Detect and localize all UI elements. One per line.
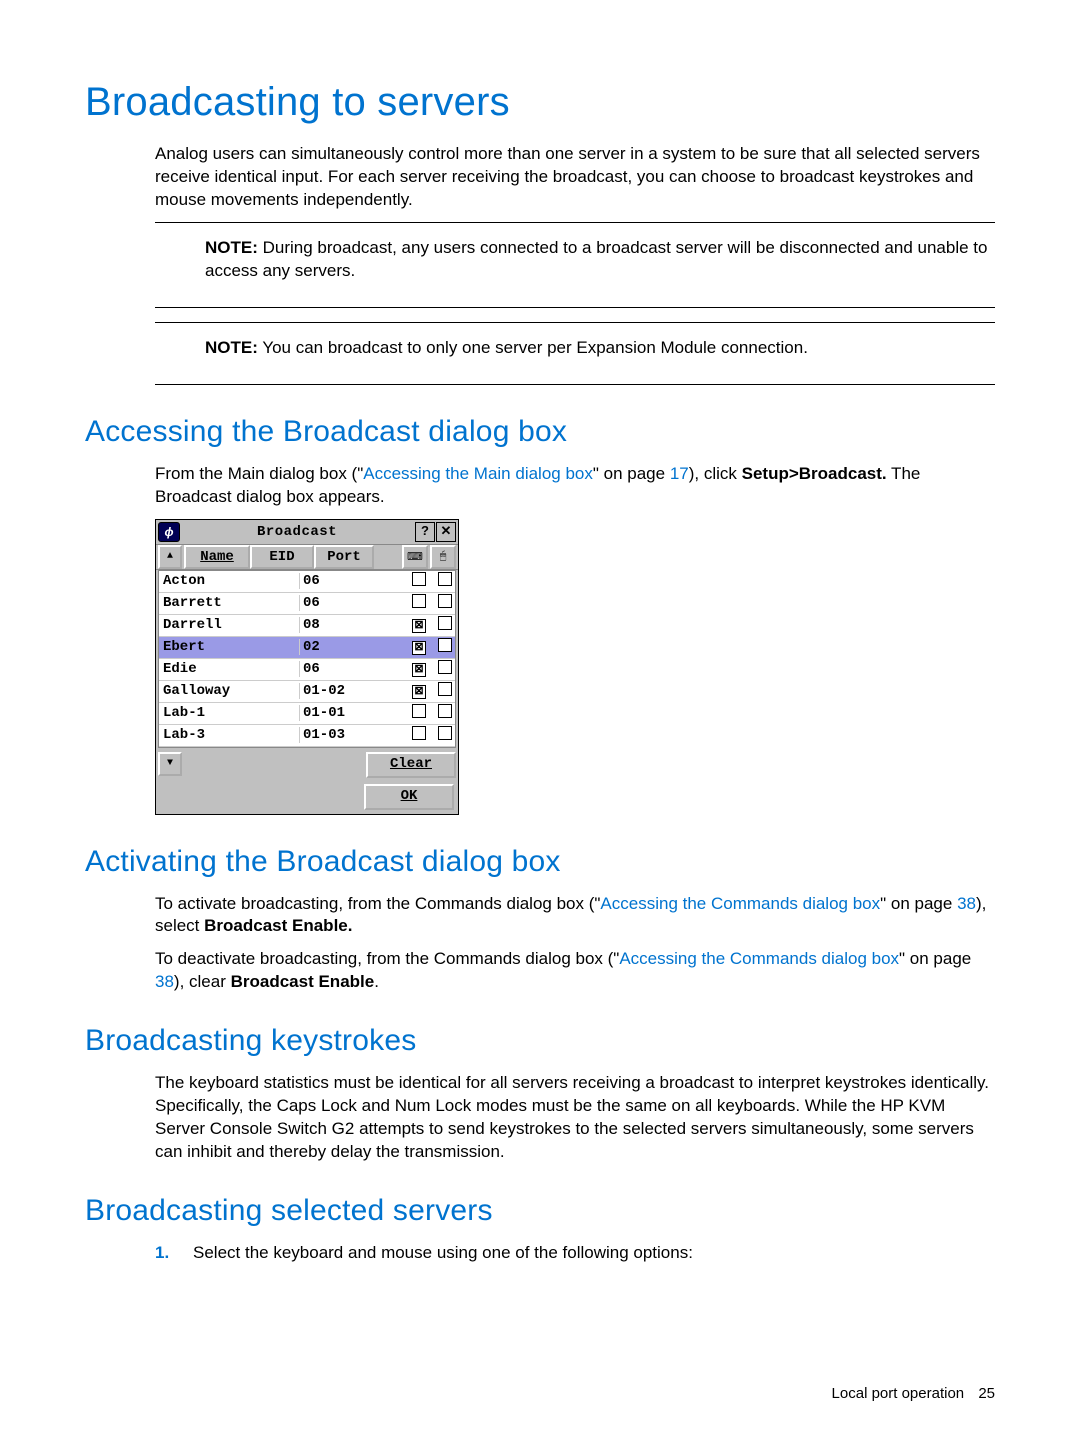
activating-paragraph-2: To deactivate broadcasting, from the Com… <box>155 948 995 994</box>
keyboard-checkbox[interactable] <box>409 726 429 745</box>
cell-port: 06 <box>299 661 359 677</box>
col-name[interactable]: Name <box>184 545 250 569</box>
cell-name: Galloway <box>159 683 239 699</box>
cell-name: Ebert <box>159 639 239 655</box>
footer-page-number: 25 <box>978 1385 995 1402</box>
table-row[interactable]: Edie 06 ⊠ <box>159 659 455 681</box>
cell-port: 01-01 <box>299 705 359 721</box>
cell-name: Acton <box>159 573 239 589</box>
cell-name: Lab-3 <box>159 727 239 743</box>
dialog-title: Broadcast <box>180 524 414 540</box>
cell-name: Barrett <box>159 595 239 611</box>
table-row[interactable]: Galloway 01-02 ⊠ <box>159 681 455 703</box>
broadcast-enable-2: Broadcast Enable <box>231 972 375 991</box>
heading-keystrokes: Broadcasting keystrokes <box>85 1024 995 1058</box>
ok-button[interactable]: OK <box>364 784 454 810</box>
page-ref-17[interactable]: 17 <box>670 464 689 483</box>
step-1: 1. Select the keyboard and mouse using o… <box>155 1242 995 1265</box>
broadcast-dialog: ϕ Broadcast ? ✕ ▲ Name EID Port ⌨ 🖱 Acto… <box>155 519 459 815</box>
keyboard-checkbox[interactable] <box>409 572 429 591</box>
keyboard-checkbox[interactable]: ⊠ <box>409 617 429 633</box>
help-button[interactable]: ? <box>415 522 435 542</box>
dialog-body: Acton 06 Barrett 06 Darrell 08 ⊠ Ebert 02 ⊠ Edie 06… <box>158 570 456 748</box>
table-row[interactable]: Ebert 02 ⊠ <box>159 637 455 659</box>
dialog-header-row: ▲ Name EID Port ⌨ 🖱 <box>156 545 458 570</box>
close-button[interactable]: ✕ <box>436 522 456 542</box>
mouse-checkbox[interactable] <box>435 638 455 657</box>
link-main-dialog[interactable]: Accessing the Main dialog box <box>363 464 593 483</box>
col-port[interactable]: Port <box>314 545 374 569</box>
page-footer: Local port operation 25 <box>85 1385 995 1402</box>
heading-selected-servers: Broadcasting selected servers <box>85 1194 995 1228</box>
table-row[interactable]: Lab-1 01-01 <box>159 703 455 725</box>
note-2: NOTE: You can broadcast to only one serv… <box>155 322 995 385</box>
link-commands-dialog-1[interactable]: Accessing the Commands dialog box <box>600 894 880 913</box>
mouse-checkbox[interactable] <box>435 682 455 701</box>
page-ref-38a[interactable]: 38 <box>957 894 976 913</box>
step-1-text: Select the keyboard and mouse using one … <box>193 1242 693 1265</box>
note-1-text: During broadcast, any users connected to… <box>205 238 987 280</box>
mouse-checkbox[interactable] <box>435 594 455 613</box>
heading-accessing: Accessing the Broadcast dialog box <box>85 415 995 449</box>
keyboard-checkbox[interactable]: ⊠ <box>409 639 429 655</box>
note-1-label: NOTE: <box>205 238 258 257</box>
link-commands-dialog-2[interactable]: Accessing the Commands dialog box <box>619 949 899 968</box>
mouse-checkbox[interactable] <box>435 660 455 679</box>
cell-port: 06 <box>299 573 359 589</box>
keyboard-checkbox[interactable]: ⊠ <box>409 661 429 677</box>
cell-port: 01-02 <box>299 683 359 699</box>
heading-broadcasting: Broadcasting to servers <box>85 80 995 125</box>
heading-activating: Activating the Broadcast dialog box <box>85 845 995 879</box>
note-2-label: NOTE: <box>205 338 258 357</box>
table-row[interactable]: Darrell 08 ⊠ <box>159 615 455 637</box>
keyboard-icon: ⌨ <box>402 545 428 569</box>
mouse-checkbox[interactable] <box>435 726 455 745</box>
table-row[interactable]: Barrett 06 <box>159 593 455 615</box>
note-2-text: You can broadcast to only one server per… <box>262 338 808 357</box>
cell-port: 08 <box>299 617 359 633</box>
broadcast-enable-1: Broadcast Enable. <box>204 916 352 935</box>
note-1: NOTE: During broadcast, any users connec… <box>155 222 995 308</box>
cell-name: Darrell <box>159 617 239 633</box>
cell-name: Edie <box>159 661 239 677</box>
cell-port: 01-03 <box>299 727 359 743</box>
scroll-down-icon[interactable]: ▼ <box>158 752 182 776</box>
accessing-paragraph: From the Main dialog box ("Accessing the… <box>155 463 995 509</box>
mouse-checkbox[interactable] <box>435 616 455 635</box>
sort-up-icon[interactable]: ▲ <box>158 545 182 569</box>
footer-section: Local port operation <box>832 1385 965 1402</box>
hp-logo-icon: ϕ <box>158 522 180 542</box>
keystrokes-paragraph: The keyboard statistics must be identica… <box>155 1072 995 1164</box>
mouse-icon: 🖱 <box>430 545 456 569</box>
intro-paragraph: Analog users can simultaneously control … <box>155 143 995 212</box>
cell-port: 02 <box>299 639 359 655</box>
mouse-checkbox[interactable] <box>435 572 455 591</box>
keyboard-checkbox[interactable] <box>409 704 429 723</box>
step-1-number: 1. <box>155 1242 193 1265</box>
keyboard-checkbox[interactable]: ⊠ <box>409 683 429 699</box>
keyboard-checkbox[interactable] <box>409 594 429 613</box>
cell-port: 06 <box>299 595 359 611</box>
clear-button[interactable]: Clear <box>366 752 456 778</box>
cell-name: Lab-1 <box>159 705 239 721</box>
table-row[interactable]: Lab-3 01-03 <box>159 725 455 747</box>
setup-broadcast-path: Setup>Broadcast. <box>742 464 887 483</box>
table-row[interactable]: Acton 06 <box>159 571 455 593</box>
activating-paragraph-1: To activate broadcasting, from the Comma… <box>155 893 995 939</box>
col-eid[interactable]: EID <box>250 545 314 569</box>
page-ref-38b[interactable]: 38 <box>155 972 174 991</box>
mouse-checkbox[interactable] <box>435 704 455 723</box>
dialog-titlebar: ϕ Broadcast ? ✕ <box>156 520 458 545</box>
